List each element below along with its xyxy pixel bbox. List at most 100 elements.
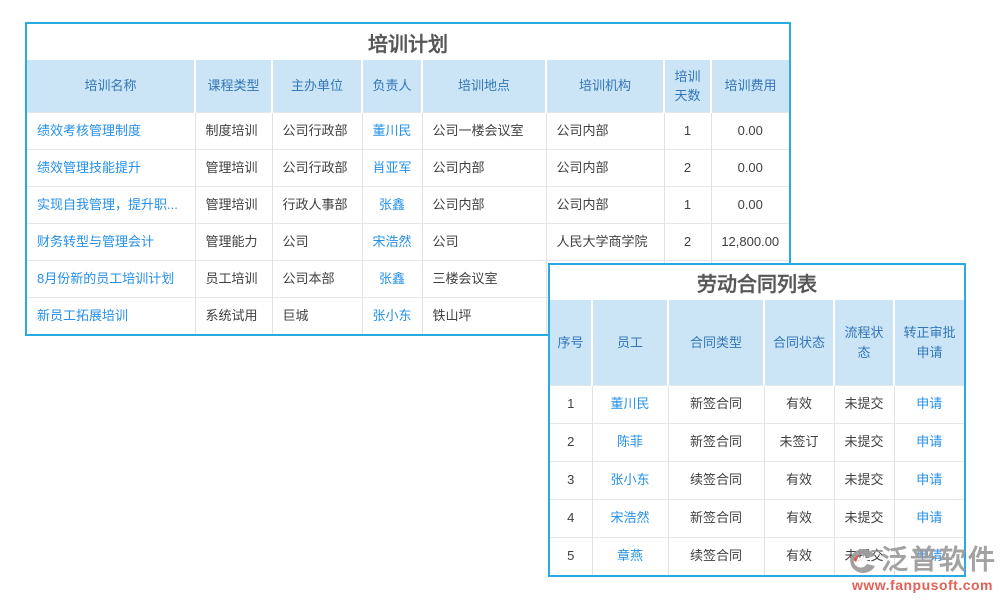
cell-index: 3: [550, 462, 592, 500]
watermark-brand-row: 泛普软件: [845, 545, 997, 575]
cell-index: 4: [550, 500, 592, 538]
cell-institution: 人民大学商学院: [546, 224, 664, 261]
column-header-days: 培训天数: [664, 60, 711, 113]
table-row: 实现自我管理，提升职...管理培训行政人事部张鑫公司内部公司内部10.00: [27, 187, 789, 224]
table-row: 2陈菲新签合同未签订未提交申请: [550, 424, 964, 462]
cell-contract-type: 新签合同: [668, 500, 764, 538]
cell-contract-status: 未签订: [764, 424, 834, 462]
table-row: 财务转型与管理会计管理能力公司宋浩然公司人民大学商学院212,800.00: [27, 224, 789, 261]
cell-contract-status: 有效: [764, 386, 834, 424]
cell-index: 2: [550, 424, 592, 462]
cell-leader-link[interactable]: 肖亚军: [362, 150, 422, 187]
column-header-contract-status: 合同状态: [764, 300, 834, 386]
table-row: 4宋浩然新签合同有效未提交申请: [550, 500, 964, 538]
cell-employee-link[interactable]: 宋浩然: [592, 500, 668, 538]
column-header-leader: 负责人: [362, 60, 422, 113]
column-header-fee: 培训费用: [711, 60, 789, 113]
cell-fee: 0.00: [711, 187, 789, 224]
cell-fee: 0.00: [711, 113, 789, 150]
column-header-index: 序号: [550, 300, 592, 386]
column-header-institution: 培训机构: [546, 60, 664, 113]
column-header-process-status: 流程状态: [834, 300, 894, 386]
cell-organizer: 巨城: [272, 298, 362, 335]
cell-leader-link[interactable]: 宋浩然: [362, 224, 422, 261]
cell-leader-link[interactable]: 张鑫: [362, 187, 422, 224]
column-header-course-type: 课程类型: [195, 60, 272, 113]
cell-apply-link[interactable]: 申请: [894, 462, 964, 500]
cell-process-status: 未提交: [834, 386, 894, 424]
cell-days: 1: [664, 113, 711, 150]
cell-process-status: 未提交: [834, 462, 894, 500]
cell-index: 1: [550, 386, 592, 424]
labor-contract-table: 序号员工合同类型合同状态流程状态转正审批申请1董川民新签合同有效未提交申请2陈菲…: [550, 300, 964, 575]
cell-training-name-link[interactable]: 财务转型与管理会计: [27, 224, 195, 261]
cell-contract-type: 新签合同: [668, 386, 764, 424]
cell-apply-link[interactable]: 申请: [894, 500, 964, 538]
column-header-organizer: 主办单位: [272, 60, 362, 113]
cell-contract-status: 有效: [764, 462, 834, 500]
cell-training-name-link[interactable]: 绩效管理技能提升: [27, 150, 195, 187]
cell-location: 公司: [422, 224, 546, 261]
table-row: 绩效考核管理制度制度培训公司行政部董川民公司一楼会议室公司内部10.00: [27, 113, 789, 150]
cell-employee-link[interactable]: 章燕: [592, 538, 668, 576]
cell-course-type: 员工培训: [195, 261, 272, 298]
cell-days: 2: [664, 150, 711, 187]
cell-course-type: 管理能力: [195, 224, 272, 261]
cell-fee: 12,800.00: [711, 224, 789, 261]
column-header-employee: 员工: [592, 300, 668, 386]
column-header-location: 培训地点: [422, 60, 546, 113]
cell-leader-link[interactable]: 董川民: [362, 113, 422, 150]
watermark-url: www.fanpusoft.com: [852, 577, 997, 593]
table-row: 3张小东续签合同有效未提交申请: [550, 462, 964, 500]
cell-organizer: 公司行政部: [272, 113, 362, 150]
cell-institution: 公司内部: [546, 150, 664, 187]
cell-course-type: 系统试用: [195, 298, 272, 335]
cell-fee: 0.00: [711, 150, 789, 187]
cell-organizer: 行政人事部: [272, 187, 362, 224]
cell-location: 公司一楼会议室: [422, 113, 546, 150]
header-row: 培训名称课程类型主办单位负责人培训地点培训机构培训天数培训费用: [27, 60, 789, 113]
cell-contract-status: 有效: [764, 538, 834, 576]
column-header-apply: 转正审批申请: [894, 300, 964, 386]
cell-location: 公司内部: [422, 150, 546, 187]
cell-training-name-link[interactable]: 8月份新的员工培训计划: [27, 261, 195, 298]
cell-location: 三楼会议室: [422, 261, 546, 298]
cell-training-name-link[interactable]: 实现自我管理，提升职...: [27, 187, 195, 224]
watermark-brand-text: 泛普软件: [881, 547, 997, 574]
cell-course-type: 管理培训: [195, 187, 272, 224]
watermark: 泛普软件 www.fanpusoft.com: [845, 545, 997, 593]
cell-apply-link[interactable]: 申请: [894, 386, 964, 424]
cell-apply-link[interactable]: 申请: [894, 424, 964, 462]
cell-process-status: 未提交: [834, 500, 894, 538]
cell-organizer: 公司本部: [272, 261, 362, 298]
header-row: 序号员工合同类型合同状态流程状态转正审批申请: [550, 300, 964, 386]
cell-course-type: 制度培训: [195, 113, 272, 150]
cell-process-status: 未提交: [834, 424, 894, 462]
cell-leader-link[interactable]: 张小东: [362, 298, 422, 335]
cell-institution: 公司内部: [546, 113, 664, 150]
column-header-contract-type: 合同类型: [668, 300, 764, 386]
cell-contract-type: 新签合同: [668, 424, 764, 462]
table-row: 1董川民新签合同有效未提交申请: [550, 386, 964, 424]
cell-training-name-link[interactable]: 绩效考核管理制度: [27, 113, 195, 150]
labor-contract-title: 劳动合同列表: [550, 265, 964, 300]
cell-course-type: 管理培训: [195, 150, 272, 187]
cell-contract-status: 有效: [764, 500, 834, 538]
fanpu-logo-icon: [845, 545, 879, 575]
cell-location: 铁山坪: [422, 298, 546, 335]
cell-contract-type: 续签合同: [668, 462, 764, 500]
table-row: 绩效管理技能提升管理培训公司行政部肖亚军公司内部公司内部20.00: [27, 150, 789, 187]
cell-employee-link[interactable]: 张小东: [592, 462, 668, 500]
training-plan-title: 培训计划: [27, 24, 789, 60]
cell-organizer: 公司: [272, 224, 362, 261]
cell-employee-link[interactable]: 董川民: [592, 386, 668, 424]
cell-employee-link[interactable]: 陈菲: [592, 424, 668, 462]
cell-leader-link[interactable]: 张鑫: [362, 261, 422, 298]
cell-training-name-link[interactable]: 新员工拓展培训: [27, 298, 195, 335]
cell-organizer: 公司行政部: [272, 150, 362, 187]
column-header-training-name: 培训名称: [27, 60, 195, 113]
cell-days: 2: [664, 224, 711, 261]
cell-contract-type: 续签合同: [668, 538, 764, 576]
page: 培训计划 培训名称课程类型主办单位负责人培训地点培训机构培训天数培训费用绩效考核…: [0, 0, 1000, 600]
labor-contract-panel: 劳动合同列表 序号员工合同类型合同状态流程状态转正审批申请1董川民新签合同有效未…: [548, 263, 966, 577]
